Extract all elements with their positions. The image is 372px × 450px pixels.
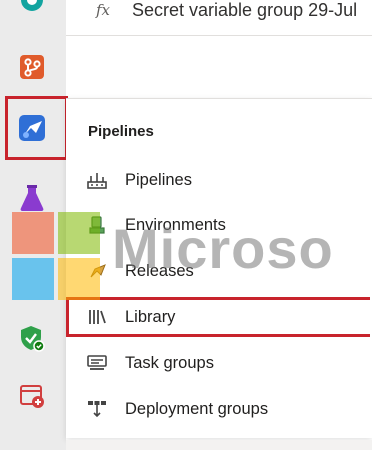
library-highlight-box — [66, 297, 370, 337]
security-shield-icon[interactable] — [10, 316, 54, 360]
menu-label-task-groups: Task groups — [125, 353, 214, 372]
menu-item-pipelines[interactable]: Pipelines — [66, 160, 372, 200]
microsoft-logo-watermark — [12, 212, 102, 302]
task-groups-icon — [86, 352, 108, 374]
bottom-edge — [66, 440, 372, 450]
menu-item-deployment-groups[interactable]: Deployment groups — [66, 389, 372, 429]
deployment-groups-icon — [86, 398, 108, 420]
pipelines-rocket-icon — [86, 169, 108, 191]
repos-icon[interactable] — [10, 45, 54, 89]
variable-group-item[interactable]: Secret variable group 29-Jul — [132, 0, 357, 21]
variable-group-fx-icon: fx — [96, 1, 111, 19]
menu-label-pipelines: Pipelines — [125, 170, 192, 189]
top-content-strip: fx Secret variable group 29-Jul — [66, 0, 372, 36]
pipelines-selected-highlight — [5, 96, 68, 160]
microsoft-wordmark-watermark: Microso — [112, 217, 334, 280]
menu-label-deployment-groups: Deployment groups — [125, 399, 269, 418]
menu-item-task-groups[interactable]: Task groups — [66, 343, 372, 383]
flyout-header: Pipelines — [88, 123, 154, 140]
add-extension-icon[interactable] — [10, 374, 54, 418]
overview-icon[interactable] — [10, 0, 54, 22]
